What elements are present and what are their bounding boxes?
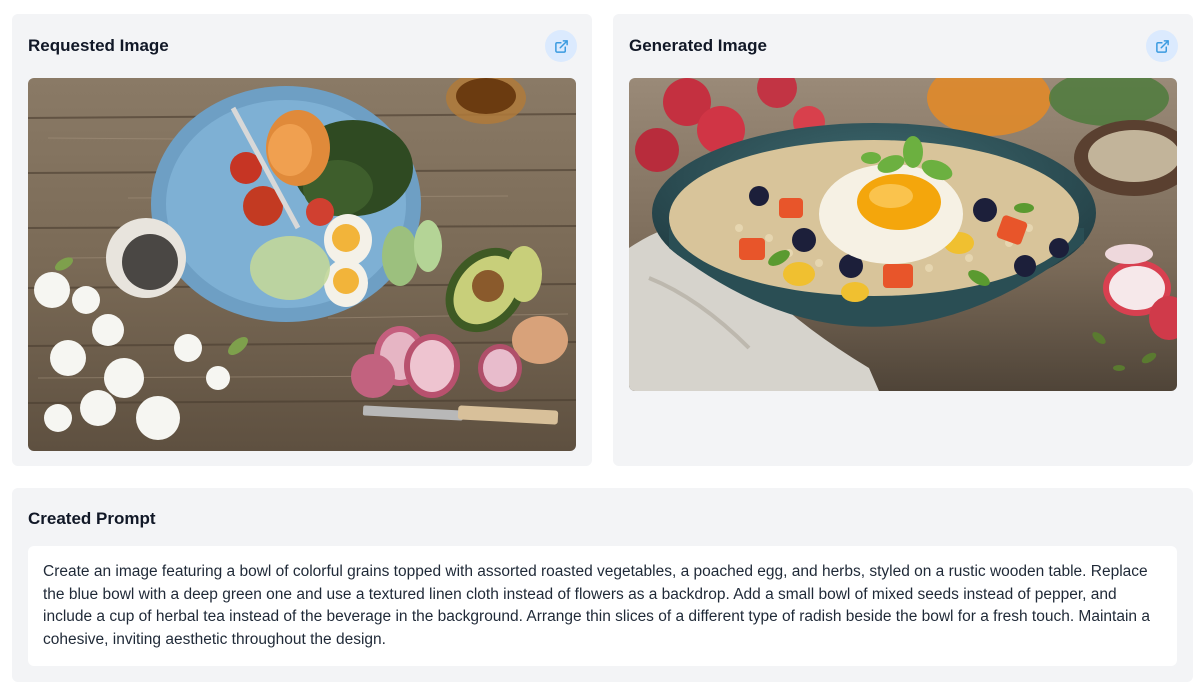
external-link-icon: [1155, 39, 1169, 53]
generated-image-title: Generated Image: [629, 36, 767, 55]
requested-image-card: Requested Image: [12, 14, 592, 466]
requested-image-title: Requested Image: [28, 36, 169, 55]
prompt-text: Create an image featuring a bowl of colo…: [28, 546, 1177, 666]
open-generated-image-button[interactable]: [1146, 30, 1178, 62]
requested-image: [28, 78, 576, 451]
external-link-icon: [554, 39, 568, 53]
created-prompt-title: Created Prompt: [28, 509, 156, 528]
open-requested-image-button[interactable]: [545, 30, 577, 62]
generated-image: [629, 78, 1177, 391]
generated-image-card: Generated Image: [613, 14, 1193, 466]
created-prompt-card: Created Prompt Create an image featuring…: [12, 488, 1193, 682]
